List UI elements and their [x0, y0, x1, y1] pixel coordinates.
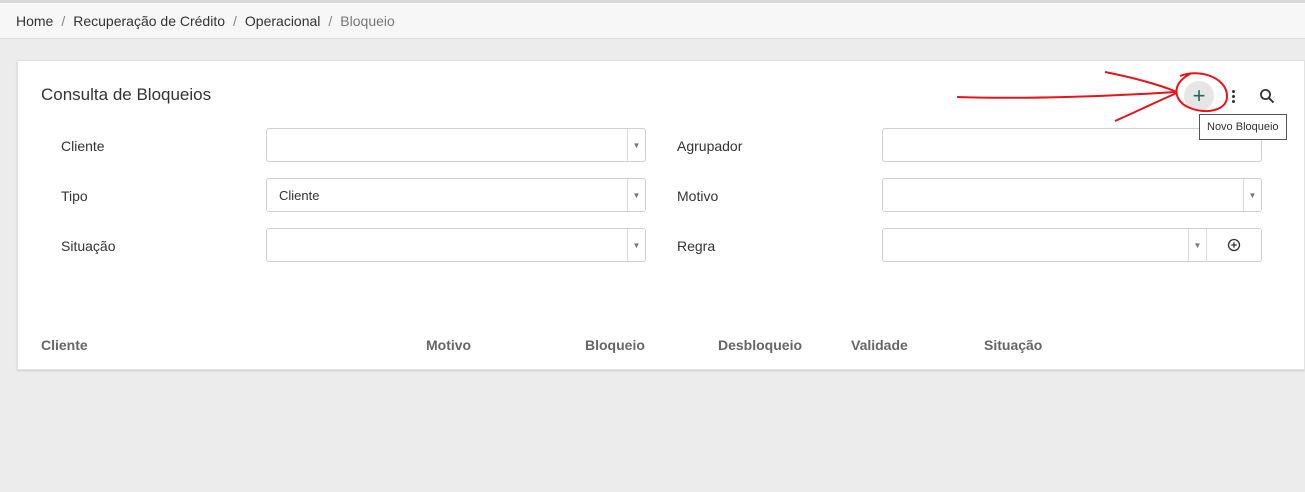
cliente-label: Cliente	[61, 138, 105, 154]
motivo-select[interactable]: ▼	[882, 178, 1262, 212]
tipo-label: Tipo	[61, 188, 88, 204]
consulta-card: Consulta de Bloqueios + Novo Bloqueio Cl…	[17, 60, 1305, 370]
add-circle-icon	[1227, 238, 1241, 252]
column-header-bloqueio[interactable]: Bloqueio	[585, 337, 645, 353]
column-header-motivo[interactable]: Motivo	[426, 337, 471, 353]
kebab-menu-icon	[1231, 88, 1235, 105]
chevron-down-icon: ▼	[627, 179, 645, 211]
breadcrumb-separator: /	[61, 12, 66, 29]
breadcrumb-operacional[interactable]: Operacional	[245, 13, 321, 29]
cliente-select[interactable]: ▼	[266, 128, 646, 162]
chevron-down-icon: ▼	[1243, 179, 1261, 211]
chevron-down-icon: ▼	[627, 129, 645, 161]
search-button[interactable]	[1256, 85, 1278, 107]
column-header-validade[interactable]: Validade	[851, 337, 908, 353]
add-tooltip: Novo Bloqueio	[1199, 114, 1287, 140]
regra-select[interactable]: ▼	[882, 228, 1262, 262]
breadcrumb-recuperacao[interactable]: Recuperação de Crédito	[73, 13, 225, 29]
page-title: Consulta de Bloqueios	[41, 85, 212, 104]
agrupador-label: Agrupador	[677, 138, 743, 154]
breadcrumb-current: Bloqueio	[340, 12, 395, 29]
more-options-button[interactable]	[1225, 85, 1241, 107]
situacao-label: Situação	[61, 238, 116, 254]
situacao-select[interactable]: ▼	[266, 228, 646, 262]
column-header-situacao[interactable]: Situação	[984, 337, 1042, 353]
search-icon	[1260, 89, 1275, 104]
chevron-down-icon: ▼	[1188, 229, 1206, 261]
tipo-value: Cliente	[279, 187, 320, 203]
breadcrumb: Home / Recuperação de Crédito / Operacio…	[0, 3, 1305, 39]
column-header-desbloqueio[interactable]: Desbloqueio	[718, 337, 802, 353]
breadcrumb-separator: /	[328, 12, 333, 29]
add-button[interactable]: +	[1184, 81, 1214, 111]
regra-label: Regra	[677, 238, 716, 254]
motivo-label: Motivo	[677, 188, 719, 204]
chevron-down-icon: ▼	[627, 229, 645, 261]
plus-icon: +	[1192, 83, 1206, 108]
column-header-cliente[interactable]: Cliente	[41, 337, 88, 353]
breadcrumb-separator: /	[233, 12, 237, 29]
tipo-select[interactable]: Cliente ▼	[266, 178, 646, 212]
regra-add-button[interactable]	[1206, 229, 1261, 261]
breadcrumb-home[interactable]: Home	[16, 13, 53, 29]
